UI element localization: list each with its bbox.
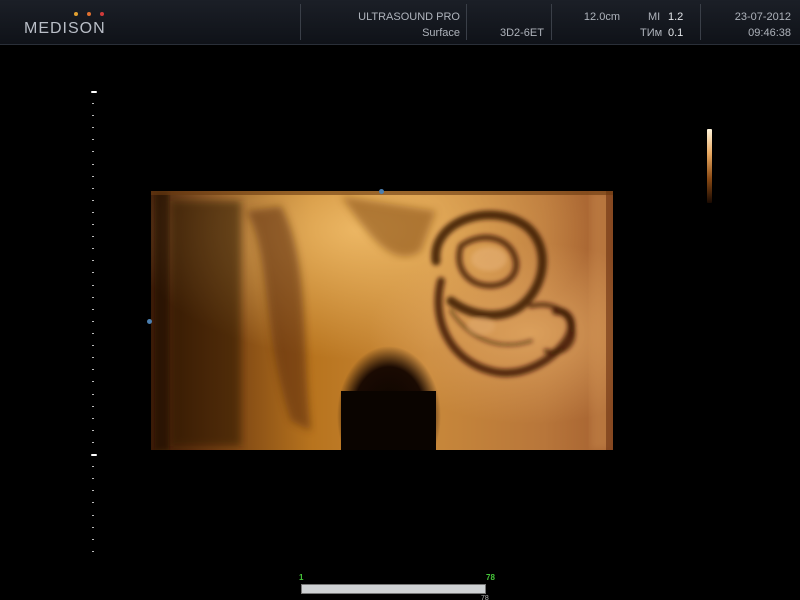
depth-scale-tick: [92, 478, 94, 479]
depth-scale-tick: [92, 502, 94, 503]
render-left-marker[interactable]: [147, 319, 152, 324]
mi-value: 1.2: [668, 11, 684, 23]
depth-scale-tick: [92, 236, 94, 237]
depth-scale-tick: [92, 345, 94, 346]
render-top-marker[interactable]: [379, 189, 384, 194]
cine-start-label: 1: [299, 573, 304, 582]
depth-scale-tick: [92, 285, 94, 286]
depth-scale-tick: [92, 418, 94, 419]
logo-dot: [74, 12, 78, 16]
depth-value: 12.0cm: [583, 11, 620, 23]
render-image: [151, 191, 613, 450]
depth-scale-tick: [92, 527, 94, 528]
tib-value: 0.1: [668, 27, 684, 39]
logo-dot: [87, 12, 91, 16]
depth-scale-tick: [92, 515, 94, 516]
depth-scale-tick: [92, 357, 94, 358]
scan-mode: Surface: [422, 27, 460, 39]
depth-scale-tick: [92, 297, 94, 298]
depth-scale-tick: [92, 369, 94, 370]
mi-label: MI: [648, 11, 661, 23]
depth-scale-tick: [92, 224, 94, 225]
header-divider: [300, 4, 301, 40]
depth-scale-tick: [92, 164, 94, 165]
depth-scale-tick: [92, 127, 94, 128]
depth-scale-tick: [92, 260, 94, 261]
logo-text: MEDISON: [24, 20, 106, 37]
tib-label: TИм: [640, 27, 663, 39]
depth-scale-tick: [92, 188, 94, 189]
depth-scale-tick: [92, 381, 94, 382]
depth-scale-tick: [92, 139, 94, 140]
3d-surface-render: [151, 191, 613, 450]
depth-scale-tick: [92, 248, 94, 249]
depth-scale-tick: [92, 466, 94, 467]
depth-scale-tick: [92, 430, 94, 431]
depth-scale-tick: [92, 103, 94, 104]
cine-end-label: 78: [486, 573, 495, 582]
depth-scale-tick: [92, 490, 94, 491]
depth-scale-tick: [92, 539, 94, 540]
gray-map-colorbar: [707, 129, 712, 203]
probe-name: 3D2-6ET: [499, 27, 544, 39]
cine-slider[interactable]: [301, 584, 486, 594]
header-divider: [551, 4, 552, 40]
cine-current-frame: 78: [481, 595, 489, 600]
date-display: 23-07-2012: [734, 11, 791, 23]
header-divider: [466, 4, 467, 40]
ultrasound-screen: MEDISON ULTRASOUND PRO Surface 3D2-6ET 1…: [0, 0, 800, 600]
logo-dots: [74, 12, 104, 18]
depth-scale-tick: [92, 176, 94, 177]
depth-scale-tick: [92, 333, 94, 334]
depth-scale-tick: [92, 272, 94, 273]
depth-scale-tick: [92, 115, 94, 116]
medison-logo: MEDISON: [16, 6, 116, 40]
depth-scale-tick: [92, 309, 94, 310]
depth-scale-tick: [92, 442, 94, 443]
header-divider: [700, 4, 701, 40]
depth-scale-tick: [92, 321, 94, 322]
logo-dot: [100, 12, 104, 16]
depth-scale-tick: [92, 151, 94, 152]
depth-scale-major-tick: [91, 91, 97, 93]
depth-scale-major-tick: [91, 454, 97, 456]
time-display: 09:46:38: [748, 27, 791, 39]
depth-scale-tick: [92, 212, 94, 213]
depth-scale-tick: [92, 200, 94, 201]
system-name: ULTRASOUND PRO: [358, 11, 460, 23]
depth-scale-tick: [92, 551, 94, 552]
depth-scale-tick: [92, 394, 94, 395]
depth-scale-tick: [92, 406, 94, 407]
header-bar: MEDISON ULTRASOUND PRO Surface 3D2-6ET 1…: [0, 0, 800, 45]
